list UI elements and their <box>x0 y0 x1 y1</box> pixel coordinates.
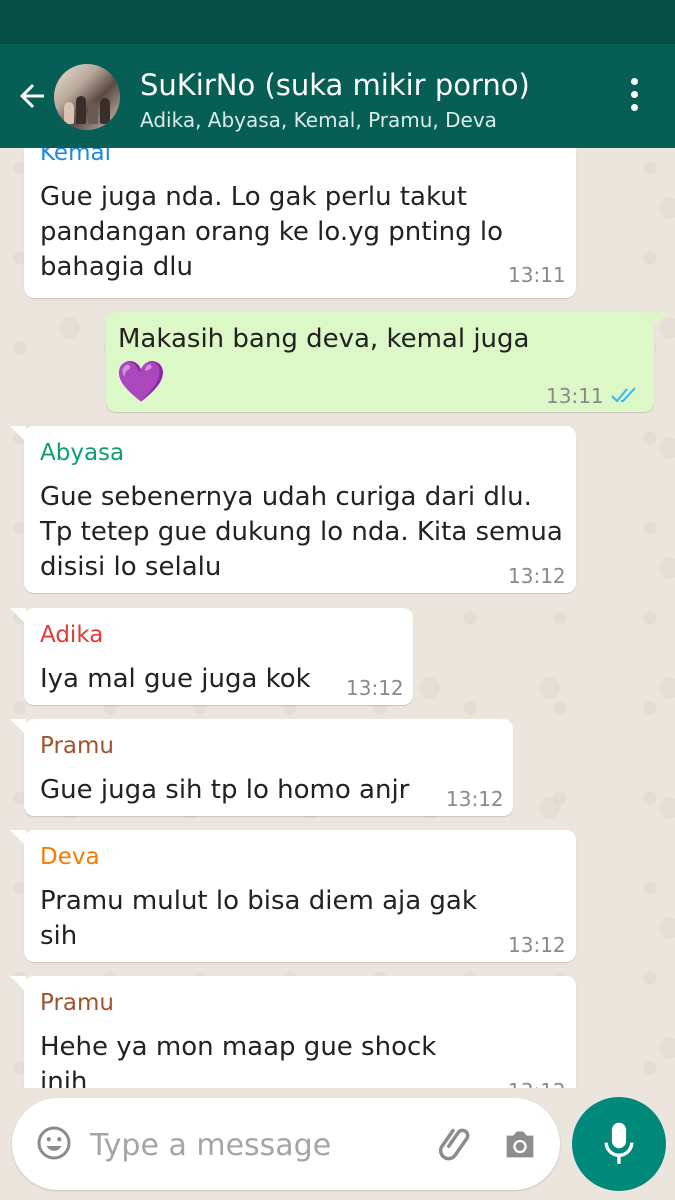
message-text: Iya mal gue juga kok <box>40 664 311 694</box>
group-avatar[interactable] <box>54 64 120 130</box>
message-sender: Adika <box>40 622 104 648</box>
message-bubble[interactable]: Kemal Gue juga nda. Lo gak perlu takut p… <box>24 148 576 298</box>
message-time: 13:12 <box>508 1079 566 1088</box>
message-time: 13:12 <box>346 676 404 700</box>
double-check-icon <box>611 387 636 403</box>
message-text: Pramu mulut lo bisa diem aja gak sih <box>40 886 477 951</box>
message-sender: Kemal <box>40 148 111 166</box>
purple-heart-emoji: 💜 <box>116 359 166 405</box>
microphone-button[interactable] <box>572 1097 666 1191</box>
message-time: 13:11 <box>546 384 604 408</box>
message-sender: Deva <box>40 844 100 870</box>
message-text: Hehe ya mon maap gue shock inih <box>40 1032 437 1088</box>
message-sender: Pramu <box>40 733 114 759</box>
message-bubble[interactable]: Adika Iya mal gue juga kok 13:12 <box>10 608 413 705</box>
message-text: Gue juga sih tp lo homo anjr <box>40 775 410 805</box>
message-bubble[interactable]: Pramu Gue juga sih tp lo homo anjr 13:12 <box>10 719 513 816</box>
message-bubble[interactable]: Deva Pramu mulut lo bisa diem aja gak si… <box>10 830 576 962</box>
group-title[interactable]: SuKirNo (suka mikir porno) <box>140 68 530 102</box>
smiley-icon[interactable] <box>36 1125 72 1161</box>
message-text: Makasih bang deva, kemal juga <box>118 324 530 354</box>
message-composer <box>12 1098 560 1190</box>
message-text: Gue juga nda. Lo gak perlu takut pandang… <box>40 182 504 282</box>
message-bubble[interactable]: Pramu Hehe ya mon maap gue shock inih 13… <box>10 976 576 1088</box>
message-time: 13:12 <box>508 564 566 588</box>
microphone-icon <box>604 1122 634 1164</box>
message-time: 13:11 <box>508 263 566 287</box>
message-bubble-outgoing[interactable]: Makasih bang deva, kemal juga 💜 13:11 <box>106 312 668 412</box>
status-bar <box>0 0 675 44</box>
message-list[interactable]: Kemal Gue juga nda. Lo gak perlu takut p… <box>0 148 675 1088</box>
message-bubble[interactable]: Abyasa Gue sebenernya udah curiga dari d… <box>10 426 576 593</box>
message-sender: Abyasa <box>40 440 125 466</box>
group-members[interactable]: Adika, Abyasa, Kemal, Pramu, Deva <box>140 108 497 132</box>
message-time: 13:12 <box>508 933 566 957</box>
message-time: 13:12 <box>446 787 504 811</box>
message-input[interactable] <box>88 1118 422 1172</box>
more-vertical-icon[interactable] <box>622 78 646 118</box>
paperclip-icon[interactable] <box>436 1122 478 1164</box>
message-sender: Pramu <box>40 990 114 1016</box>
message-text: Gue sebenernya udah curiga dari dlu. Tp … <box>40 482 563 582</box>
arrow-left-icon[interactable] <box>14 78 50 114</box>
chat-header: SuKirNo (suka mikir porno) Adika, Abyasa… <box>0 44 675 148</box>
camera-icon[interactable] <box>500 1124 540 1164</box>
